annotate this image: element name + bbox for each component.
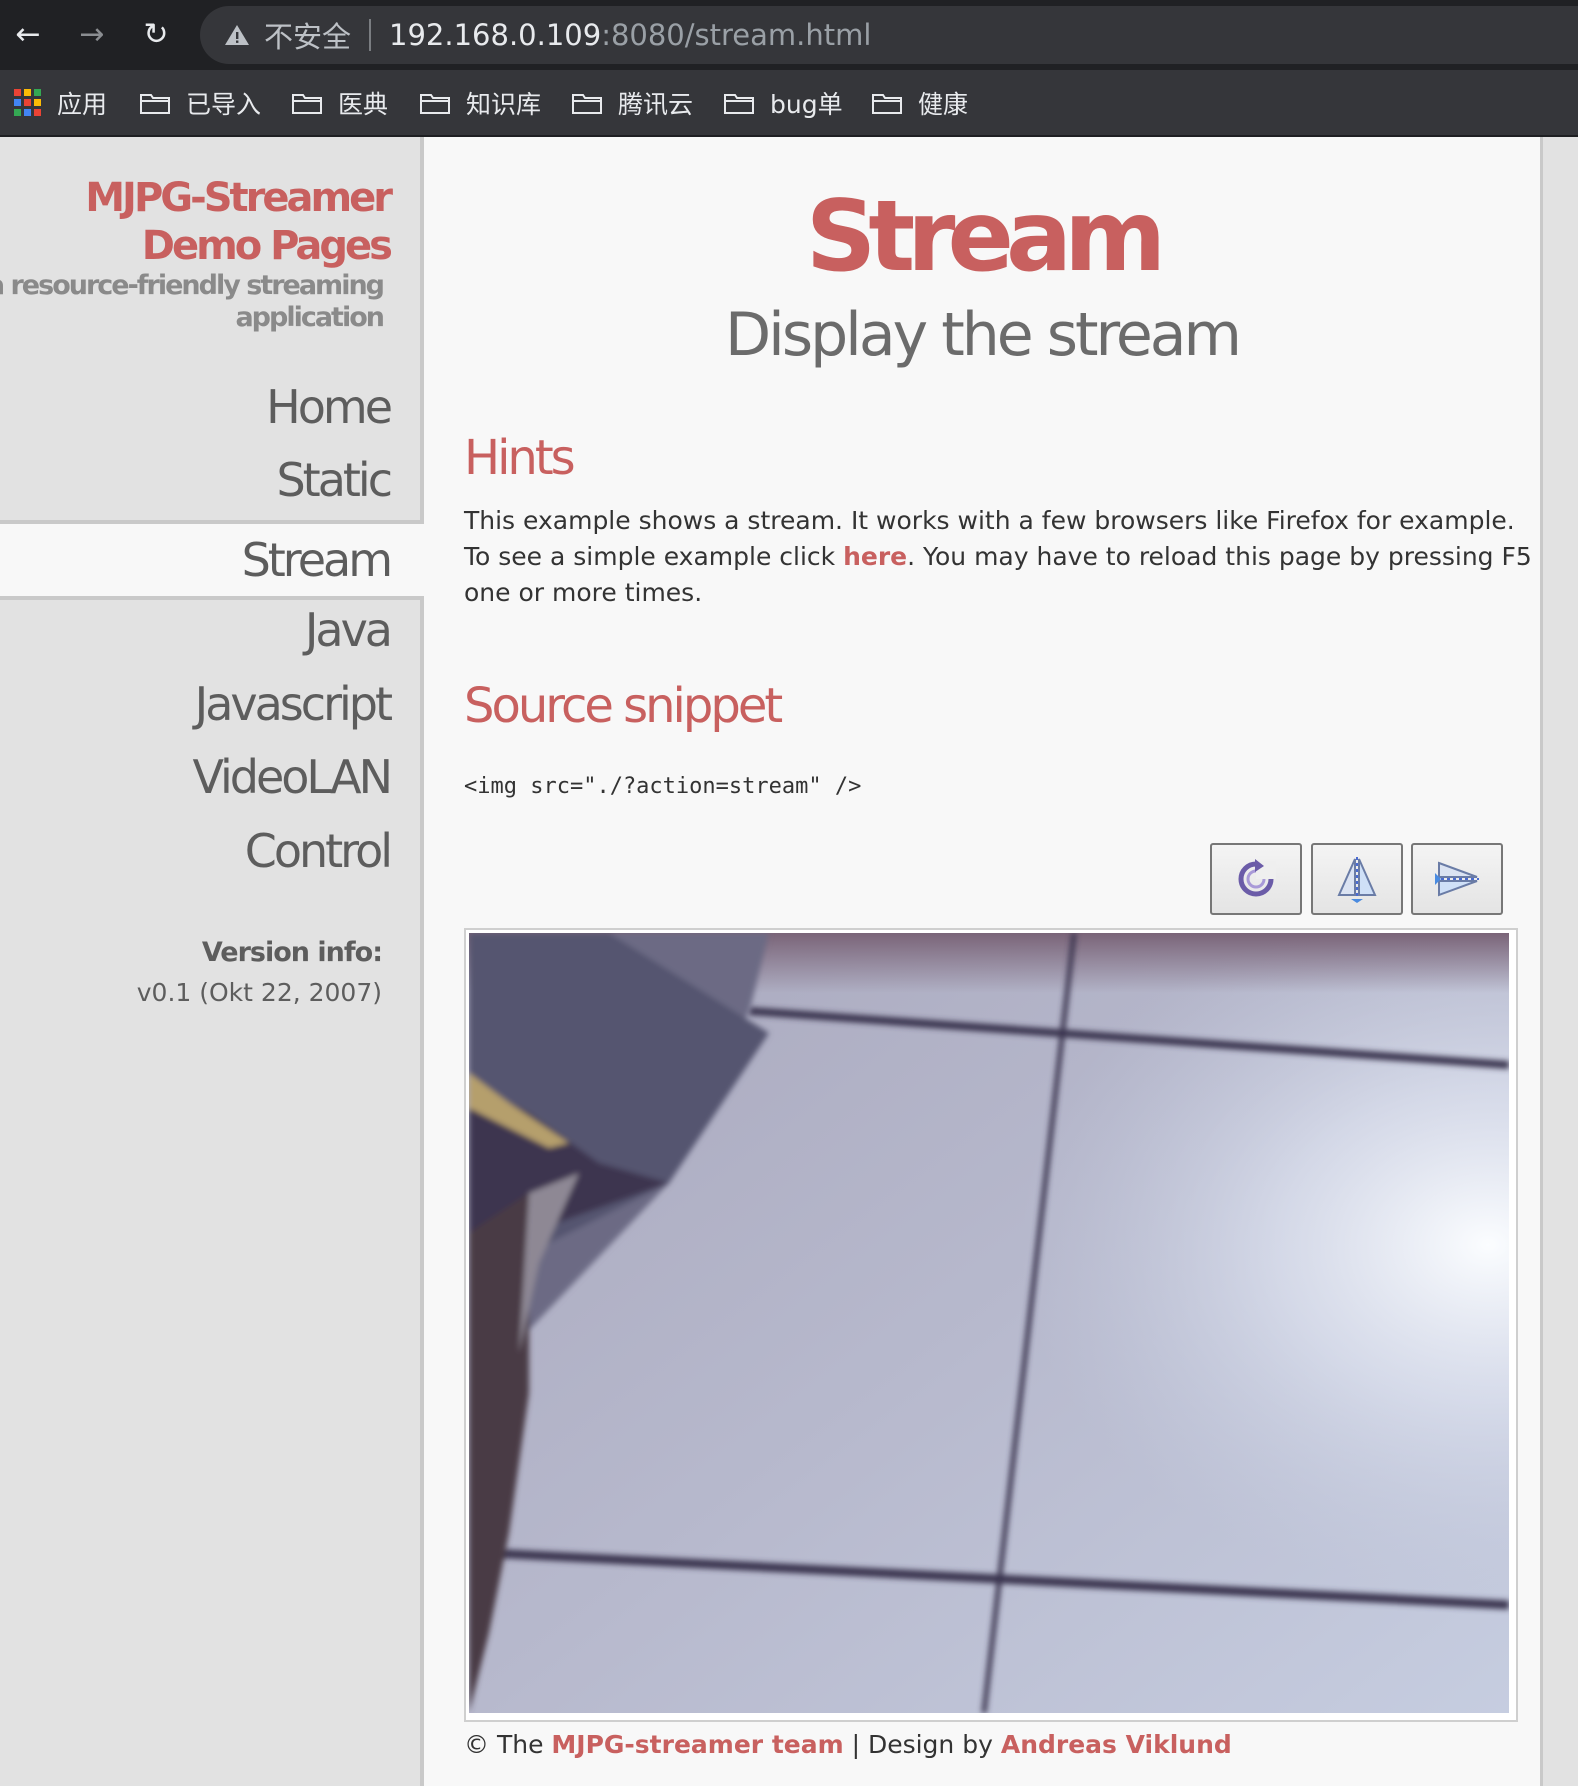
folder-icon (724, 93, 754, 114)
footer-separator: | Design by (843, 1730, 1001, 1759)
back-button[interactable]: ← (8, 14, 48, 54)
flip-button[interactable] (1311, 843, 1403, 915)
url-host: 192.168.0.109 (389, 18, 602, 52)
warning-icon[interactable] (224, 23, 250, 47)
main-content: Stream Display the stream Hints This exa… (424, 137, 1540, 1786)
apps-icon (14, 89, 41, 116)
source-heading: Source snippet (464, 678, 783, 734)
bookmark-folder[interactable]: 腾讯云 (572, 70, 693, 135)
version-label: Version info: (201, 937, 383, 968)
stream-frame (464, 928, 1518, 1722)
folder-icon (420, 93, 450, 114)
bookmark-label: bug单 (770, 89, 843, 119)
page-subtitle: Display the stream (724, 300, 1242, 370)
site-brand-subtitle: Demo Pages (141, 223, 393, 269)
rotate-button[interactable] (1210, 843, 1302, 915)
bookmark-apps[interactable]: 应用 (14, 70, 107, 135)
address-divider (369, 19, 372, 51)
bookmark-folder[interactable]: 已导入 (140, 70, 261, 135)
hints-heading: Hints (464, 430, 576, 486)
folder-icon (872, 93, 902, 114)
web-page: MJPG-Streamer Demo Pages a resource-frie… (0, 137, 1578, 1786)
nav-stream[interactable]: Stream (0, 520, 424, 600)
bookmark-label: 知识库 (466, 89, 542, 119)
bookmark-label: 应用 (57, 89, 108, 119)
folder-icon (572, 93, 602, 114)
version-value: v0.1 (Okt 22, 2007) (136, 978, 382, 1007)
site-brand: MJPG-Streamer (85, 175, 393, 221)
team-link[interactable]: MJPG-streamer team (551, 1730, 843, 1759)
bookmark-label: 健康 (918, 89, 969, 119)
folder-icon (292, 93, 322, 114)
nav-home[interactable]: Home (266, 380, 393, 434)
here-link[interactable]: here (843, 542, 907, 571)
footer-prefix: © The (464, 1730, 552, 1759)
mirror-icon (1435, 861, 1479, 897)
nav-static[interactable]: Static (276, 453, 393, 507)
url-path: :8080/stream.html (601, 18, 872, 52)
designer-link[interactable]: Andreas Viklund (1001, 1730, 1232, 1759)
reload-button[interactable]: ↻ (136, 14, 176, 54)
nav-stream-label: Stream (241, 533, 393, 587)
flip-icon (1337, 857, 1377, 903)
footer: © The MJPG-streamer team | Design by And… (464, 1730, 1232, 1759)
security-label[interactable]: 不安全 (264, 14, 351, 56)
forward-button[interactable]: → (72, 14, 112, 54)
stream-image (469, 933, 1509, 1713)
rotate-icon (1238, 859, 1276, 897)
sidebar: MJPG-Streamer Demo Pages a resource-frie… (0, 137, 424, 1786)
page-title: Stream (805, 180, 1166, 294)
site-tagline: a resource-friendly streaming applicatio… (0, 270, 385, 333)
source-code: <img src="./?action=stream" /> (464, 774, 862, 799)
address-bar[interactable]: 不安全 192.168.0.109 :8080/stream.html (200, 6, 1578, 64)
bookmark-label: 已导入 (186, 89, 262, 119)
bookmark-folder[interactable]: 知识库 (420, 70, 541, 135)
browser-toolbar: ← → ↻ 不安全 192.168.0.109 :8080/stream.htm… (0, 0, 1578, 70)
bookmark-folder[interactable]: 医典 (292, 70, 388, 135)
nav-videolan[interactable]: VideoLAN (193, 750, 393, 804)
bookmark-folder[interactable]: 健康 (872, 70, 968, 135)
nav-control[interactable]: Control (245, 824, 393, 878)
bookmark-label: 腾讯云 (618, 89, 694, 119)
page-right-gutter (1540, 137, 1578, 1786)
nav-java[interactable]: Java (305, 603, 393, 657)
bookmark-label: 医典 (338, 89, 389, 119)
bookmark-folder[interactable]: bug单 (724, 70, 843, 135)
hints-paragraph: This example shows a stream. It works wi… (464, 503, 1534, 611)
folder-icon (140, 93, 170, 114)
bookmarks-bar: 应用 已导入 医典 知识库 腾讯云 bug单 健康 (0, 70, 1578, 137)
nav-javascript[interactable]: Javascript (195, 677, 393, 731)
mirror-button[interactable] (1411, 843, 1503, 915)
